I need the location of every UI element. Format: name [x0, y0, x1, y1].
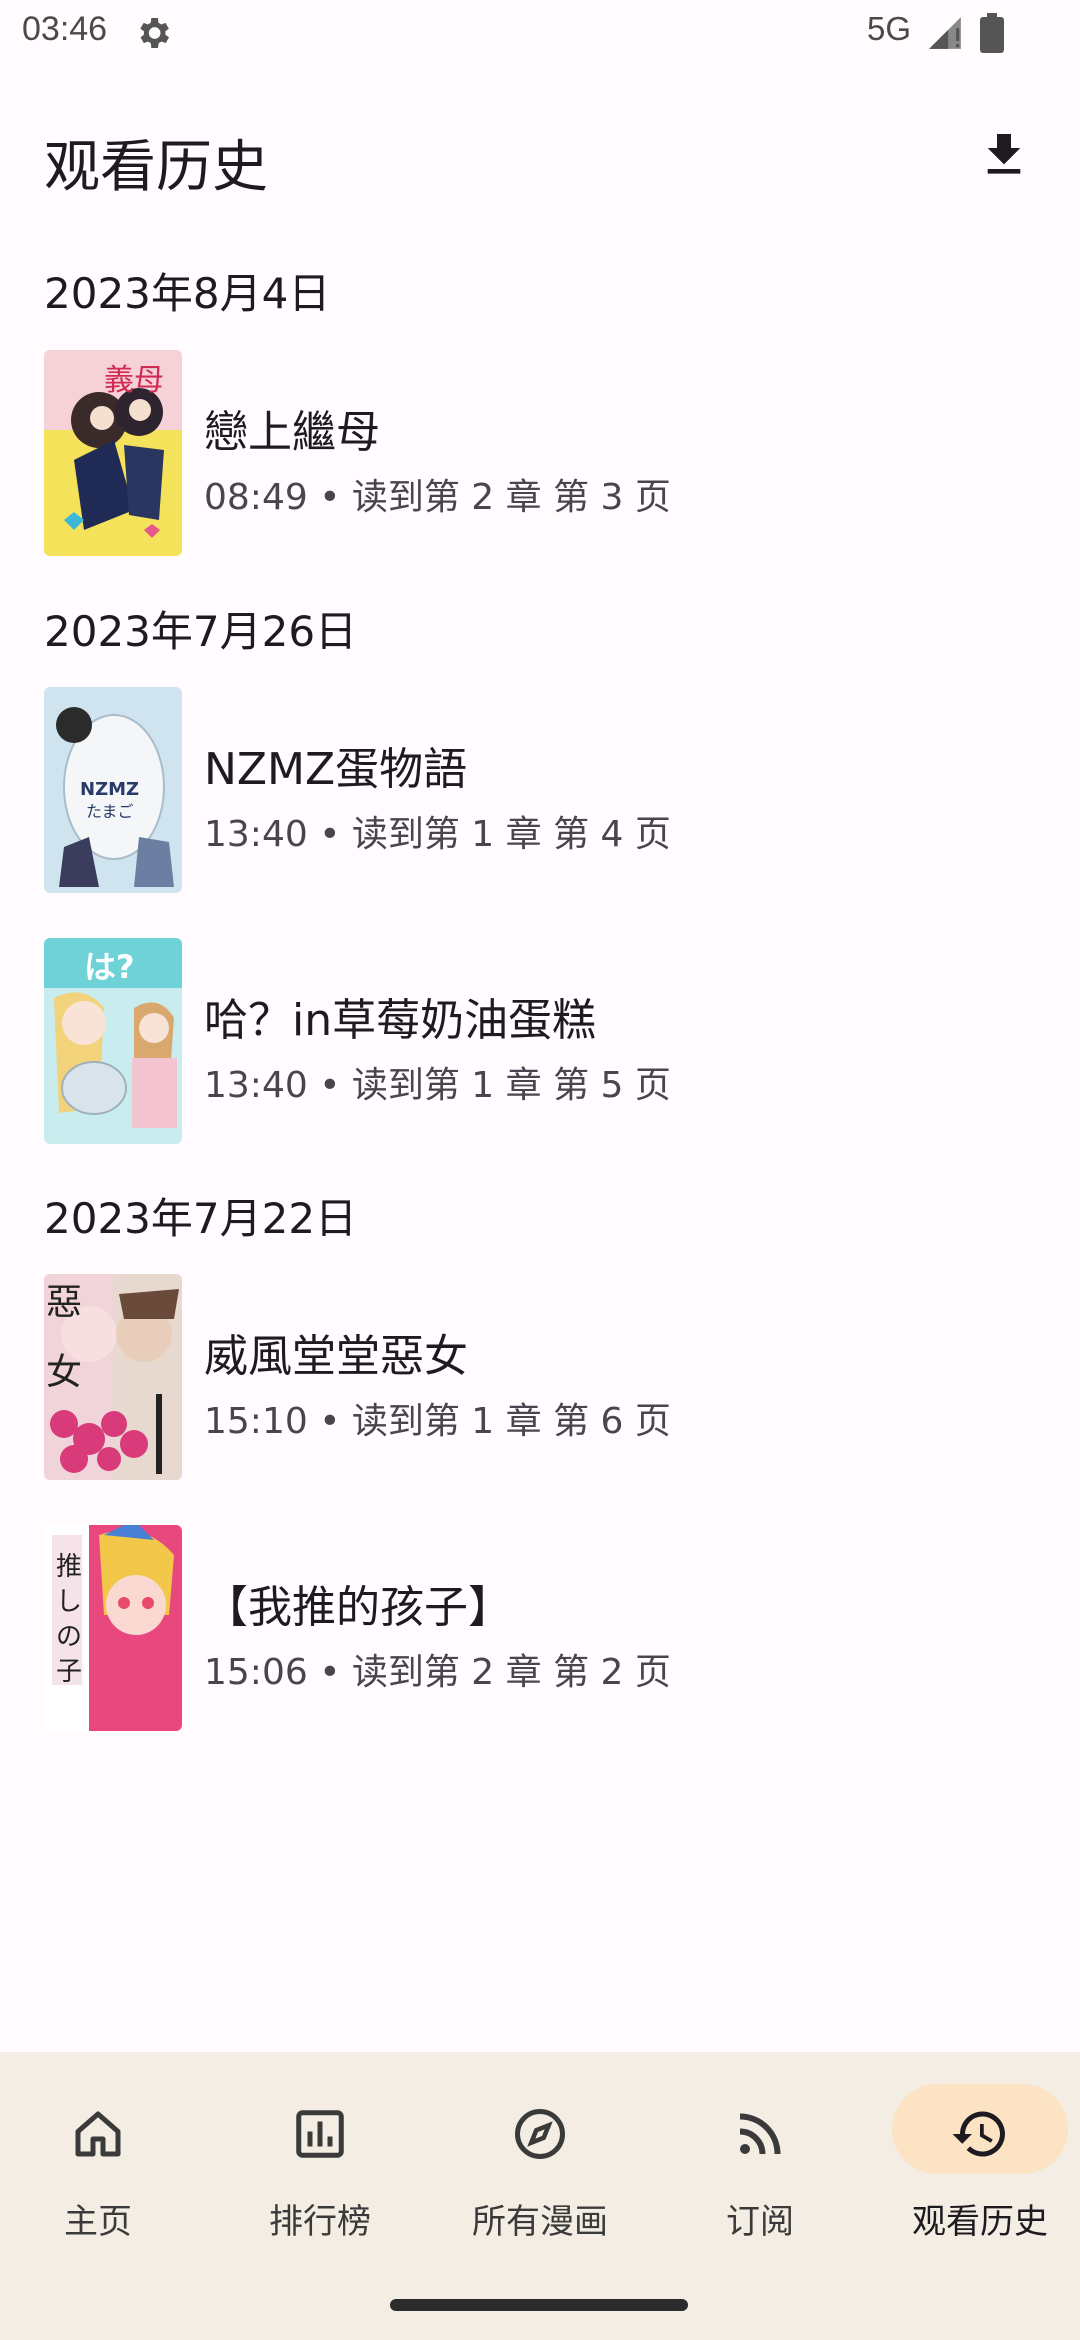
- nav-item-ranking[interactable]: 排行榜: [212, 2084, 428, 2254]
- bottom-navigation: 主页 排行榜 所有漫画 订阅 观看历史: [0, 2052, 1080, 2340]
- page-title: 观看历史: [44, 135, 268, 200]
- svg-text:たまご: たまご: [86, 802, 134, 821]
- download-icon[interactable]: [976, 124, 1032, 186]
- compass-icon: [515, 2109, 565, 2159]
- nav-item-history[interactable]: 观看历史: [872, 2084, 1080, 2254]
- nav-label: 订阅: [726, 2202, 794, 2242]
- home-gesture-bar[interactable]: [390, 2299, 688, 2311]
- nav-label: 观看历史: [912, 2202, 1048, 2242]
- manga-title: 威風堂堂惡女: [204, 1331, 468, 1382]
- gear-icon: [140, 18, 169, 48]
- top-app-bar: 观看历史: [0, 100, 1080, 216]
- manga-title: 哈？in草莓奶油蛋糕: [204, 995, 597, 1046]
- manga-cover[interactable]: は?: [44, 938, 182, 1144]
- nav-item-home[interactable]: 主页: [0, 2084, 206, 2254]
- read-progress: 08:49 • 读到第 2 章 第 3 页: [204, 477, 671, 518]
- svg-text:義母: 義母: [104, 363, 164, 398]
- chart-icon: [296, 2110, 344, 2158]
- svg-text:子: 子: [56, 1657, 82, 1687]
- svg-text:NZMZ: NZMZ: [80, 779, 139, 800]
- read-progress: 13:40 • 读到第 1 章 第 5 页: [204, 1065, 671, 1106]
- nav-item-subscriptions[interactable]: 订阅: [652, 2084, 868, 2254]
- battery-icon: [980, 13, 1004, 53]
- svg-text:惡: 惡: [46, 1282, 82, 1323]
- nav-label: 主页: [64, 2202, 132, 2242]
- read-progress: 15:06 • 读到第 2 章 第 2 页: [204, 1652, 671, 1693]
- rss-icon: [739, 2113, 781, 2155]
- history-item[interactable]: 義母 戀上繼母 08:49 • 读到第 2 章 第 3 页: [0, 350, 1080, 560]
- history-item[interactable]: 推 し の 子 【我推的孩子】 15:06 • 读到第 2 章 第 2 页: [0, 1525, 1080, 1735]
- svg-text:女: 女: [46, 1352, 82, 1393]
- svg-text:は?: は?: [84, 948, 135, 986]
- history-item[interactable]: は? 哈？in草莓奶油蛋糕 13:40 • 读到第 1 章 第 5 页: [0, 938, 1080, 1148]
- manga-title: 【我推的孩子】: [204, 1582, 512, 1633]
- svg-text:の: の: [56, 1622, 82, 1652]
- manga-title: 戀上繼母: [204, 407, 380, 458]
- section-date-header: 2023年7月26日: [44, 607, 358, 656]
- read-progress: 13:40 • 读到第 1 章 第 4 页: [204, 814, 671, 855]
- network-type: 5G: [867, 10, 912, 47]
- history-item[interactable]: 惡 女 威風堂堂惡女 15:10 • 读到第 1 章 第 6 页: [0, 1274, 1080, 1484]
- manga-cover[interactable]: 推 し の 子: [44, 1525, 182, 1731]
- manga-title: NZMZ蛋物語: [204, 744, 468, 795]
- nav-item-all-manga[interactable]: 所有漫画: [432, 2084, 648, 2254]
- home-icon: [75, 2111, 121, 2157]
- svg-text:推: 推: [56, 1552, 82, 1582]
- manga-cover[interactable]: NZMZ たまご: [44, 687, 182, 893]
- history-item[interactable]: NZMZ たまご NZMZ蛋物語 13:40 • 读到第 1 章 第 4 页: [0, 687, 1080, 897]
- svg-text:し: し: [56, 1587, 82, 1617]
- manga-cover[interactable]: 義母: [44, 350, 182, 556]
- status-bar: 03:46 5G: [0, 0, 1080, 66]
- history-icon: [952, 2111, 1005, 2157]
- status-time: 03:46: [22, 10, 108, 48]
- nav-label: 排行榜: [269, 2202, 371, 2242]
- manga-cover[interactable]: 惡 女: [44, 1274, 182, 1480]
- signal-icon: [929, 17, 961, 49]
- nav-label: 所有漫画: [472, 2202, 608, 2242]
- section-date-header: 2023年8月4日: [44, 269, 331, 318]
- read-progress: 15:10 • 读到第 1 章 第 6 页: [204, 1401, 671, 1442]
- section-date-header: 2023年7月22日: [44, 1194, 358, 1243]
